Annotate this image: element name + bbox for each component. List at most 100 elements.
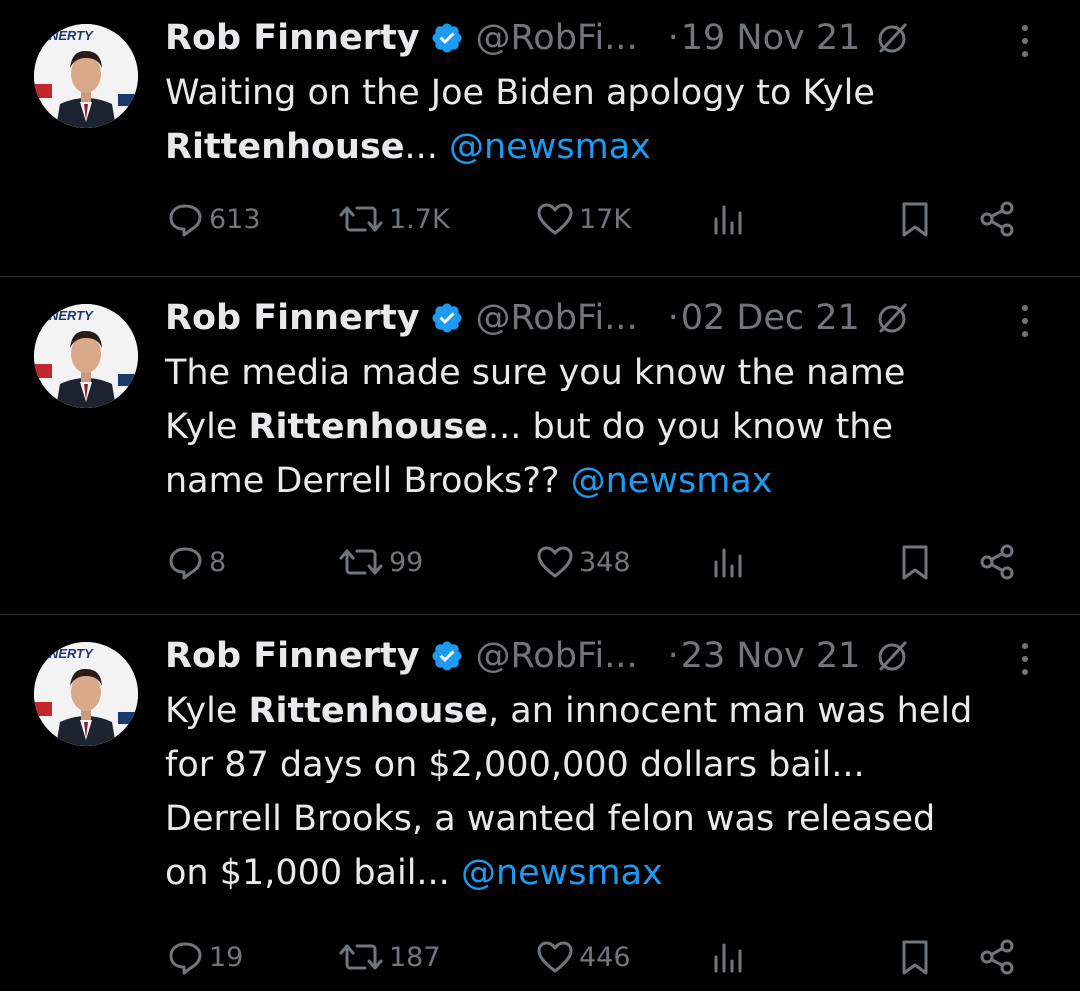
text-segment: ... bbox=[404, 127, 450, 167]
tweet-text-line: for 87 days on $2,000,000 dollars bail..… bbox=[165, 738, 1045, 792]
avatar[interactable]: FINNERTY bbox=[34, 304, 138, 408]
tweet[interactable]: FINNERTY Rob Finnerty @RobFi... · 02 Dec… bbox=[0, 280, 1080, 614]
like-count: 348 bbox=[579, 546, 631, 578]
avatar[interactable]: FINNERTY bbox=[34, 24, 138, 128]
verified-badge-icon[interactable] bbox=[430, 21, 464, 55]
no-reply-icon bbox=[874, 20, 910, 56]
reply-button[interactable]: 613 bbox=[165, 197, 261, 241]
bookmark-button[interactable] bbox=[895, 540, 935, 584]
tweet-text-line: Derrell Brooks, a wanted felon was relea… bbox=[165, 792, 1045, 846]
bookmark-button[interactable] bbox=[895, 197, 935, 241]
mention-link[interactable]: @newsmax bbox=[461, 853, 663, 893]
tweet-header: Rob Finnerty @RobFi... · 23 Nov 21 bbox=[165, 632, 910, 680]
like-icon bbox=[535, 199, 575, 239]
verified-badge-icon[interactable] bbox=[430, 639, 464, 673]
repost-icon bbox=[337, 937, 385, 977]
repost-button[interactable]: 187 bbox=[337, 935, 441, 979]
highlighted-term: Rittenhouse bbox=[165, 127, 405, 167]
timestamp[interactable]: 23 Nov 21 bbox=[681, 636, 861, 676]
handle[interactable]: @RobFi... bbox=[476, 636, 638, 676]
reply-count: 8 bbox=[209, 546, 227, 578]
text-segment: Kyle bbox=[165, 691, 249, 731]
reply-icon bbox=[165, 199, 205, 239]
share-button[interactable] bbox=[977, 540, 1017, 584]
divider bbox=[0, 614, 1080, 615]
like-icon bbox=[535, 542, 575, 582]
tweet-text: Waiting on the Joe Biden apology to Kyle… bbox=[165, 66, 1045, 174]
repost-icon bbox=[337, 542, 385, 582]
reply-count: 19 bbox=[209, 941, 244, 973]
text-segment: Derrell Brooks, a wanted felon was relea… bbox=[165, 799, 936, 839]
tweet-text-line: Waiting on the Joe Biden apology to Kyle bbox=[165, 66, 1045, 120]
views-button[interactable] bbox=[708, 540, 748, 584]
timestamp[interactable]: 02 Dec 21 bbox=[681, 298, 860, 338]
views-icon bbox=[708, 199, 748, 239]
more-icon[interactable] bbox=[1018, 643, 1032, 683]
tweet-text-line: Kyle Rittenhouse... but do you know the bbox=[165, 400, 1045, 454]
tweet[interactable]: FINNERTY Rob Finnerty @RobFi... · 19 Nov… bbox=[0, 0, 1080, 276]
tweet-text: Kyle Rittenhouse, an innocent man was he… bbox=[165, 684, 1045, 900]
repost-icon bbox=[337, 199, 385, 239]
tweet-text-line: on $1,000 bail... @newsmax bbox=[165, 846, 1045, 900]
bookmark-button[interactable] bbox=[895, 935, 935, 979]
reply-button[interactable]: 8 bbox=[165, 540, 226, 584]
like-button[interactable]: 348 bbox=[535, 540, 631, 584]
share-icon bbox=[977, 542, 1017, 582]
tweet-text-line: Kyle Rittenhouse, an innocent man was he… bbox=[165, 684, 1045, 738]
repost-button[interactable]: 1.7K bbox=[337, 197, 450, 241]
share-icon bbox=[977, 937, 1017, 977]
display-name[interactable]: Rob Finnerty bbox=[165, 298, 420, 338]
like-count: 17K bbox=[579, 203, 632, 235]
divider bbox=[0, 276, 1080, 277]
reply-count: 613 bbox=[209, 203, 261, 235]
handle[interactable]: @RobFi... bbox=[476, 298, 638, 338]
action-bar: 613 1.7K 17K bbox=[165, 197, 1045, 241]
separator-dot: · bbox=[667, 298, 679, 338]
repost-count: 1.7K bbox=[389, 203, 450, 235]
mention-link[interactable]: @newsmax bbox=[449, 127, 651, 167]
highlighted-term: Rittenhouse bbox=[248, 691, 489, 731]
more-icon[interactable] bbox=[1018, 25, 1032, 65]
mention-link[interactable]: @newsmax bbox=[571, 461, 773, 501]
avatar[interactable]: FINNERTY bbox=[34, 642, 138, 746]
share-button[interactable] bbox=[977, 935, 1017, 979]
bookmark-icon bbox=[895, 199, 935, 239]
reply-icon bbox=[165, 937, 205, 977]
separator-dot: · bbox=[667, 636, 679, 676]
avatar-brand-text: FINNERTY bbox=[34, 646, 94, 661]
text-segment: ... but do you know the bbox=[488, 407, 894, 447]
share-button[interactable] bbox=[977, 197, 1017, 241]
no-reply-icon bbox=[874, 300, 910, 336]
bookmark-icon bbox=[895, 937, 935, 977]
tweet[interactable]: FINNERTY Rob Finnerty @RobFi... · 23 Nov… bbox=[0, 618, 1080, 991]
bookmark-icon bbox=[895, 542, 935, 582]
tweet-text-line: The media made sure you know the name bbox=[165, 346, 1045, 400]
avatar-brand-text: FINNERTY bbox=[34, 28, 94, 43]
action-bar: 8 99 348 bbox=[165, 540, 1045, 584]
action-bar: 19 187 446 bbox=[165, 935, 1045, 979]
views-icon bbox=[708, 542, 748, 582]
handle[interactable]: @RobFi... bbox=[476, 18, 638, 58]
avatar-brand-text: FINNERTY bbox=[34, 308, 94, 323]
tweet-text-line: Rittenhouse... @newsmax bbox=[165, 120, 1045, 174]
repost-count: 187 bbox=[389, 941, 441, 973]
reply-icon bbox=[165, 542, 205, 582]
text-segment: , an innocent man was held bbox=[488, 691, 973, 731]
like-count: 446 bbox=[579, 941, 631, 973]
highlighted-term: Rittenhouse bbox=[248, 407, 489, 447]
reply-button[interactable]: 19 bbox=[165, 935, 243, 979]
display-name[interactable]: Rob Finnerty bbox=[165, 18, 420, 58]
like-icon bbox=[535, 937, 575, 977]
views-icon bbox=[708, 937, 748, 977]
like-button[interactable]: 446 bbox=[535, 935, 631, 979]
like-button[interactable]: 17K bbox=[535, 197, 631, 241]
views-button[interactable] bbox=[708, 197, 748, 241]
display-name[interactable]: Rob Finnerty bbox=[165, 636, 420, 676]
text-segment: Kyle bbox=[165, 407, 249, 447]
views-button[interactable] bbox=[708, 935, 748, 979]
text-segment: on $1,000 bail... bbox=[165, 853, 461, 893]
timestamp[interactable]: 19 Nov 21 bbox=[681, 18, 861, 58]
verified-badge-icon[interactable] bbox=[430, 301, 464, 335]
repost-button[interactable]: 99 bbox=[337, 540, 423, 584]
more-icon[interactable] bbox=[1018, 305, 1032, 345]
